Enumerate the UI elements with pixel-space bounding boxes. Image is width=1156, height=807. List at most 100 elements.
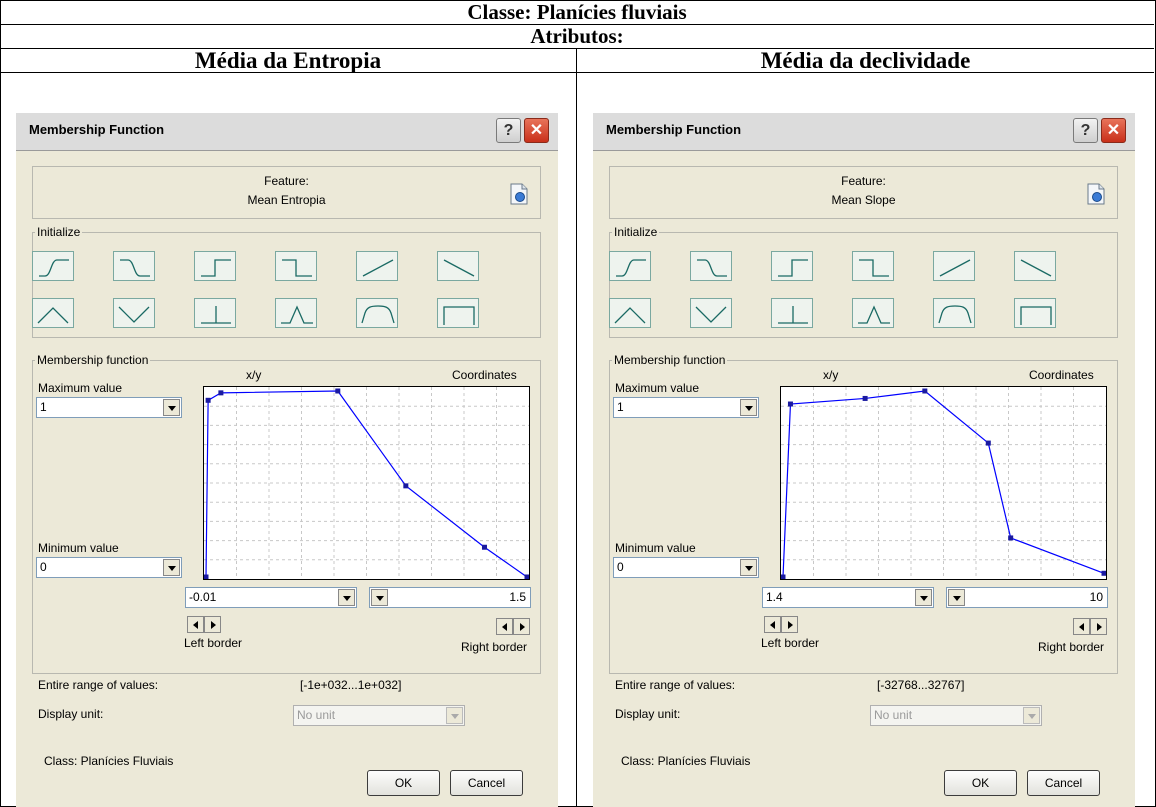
cancel-button[interactable]: Cancel bbox=[1027, 770, 1100, 796]
display-unit-value: No unit bbox=[297, 708, 336, 722]
init-larger-s-curve-icon[interactable] bbox=[609, 251, 651, 281]
left-border-decrease-button[interactable] bbox=[764, 616, 781, 633]
right-border-decrease-button[interactable] bbox=[1073, 618, 1090, 635]
maximum-value-select[interactable]: 1 bbox=[36, 397, 182, 418]
curve-point-handle[interactable] bbox=[203, 574, 209, 580]
curve-point-handle[interactable] bbox=[1101, 570, 1107, 576]
curve-point-handle[interactable] bbox=[481, 544, 487, 550]
cancel-button[interactable]: Cancel bbox=[450, 770, 523, 796]
help-button[interactable]: ? bbox=[496, 118, 521, 143]
init-inverted-triangle-icon[interactable] bbox=[113, 298, 155, 328]
right-border-select[interactable]: 1.5 bbox=[369, 587, 531, 608]
init-about-range-icon[interactable] bbox=[933, 298, 975, 328]
init-gaussian-icon[interactable] bbox=[852, 298, 894, 328]
init-smaller-s-curve-icon[interactable] bbox=[690, 251, 732, 281]
curve-point-handle[interactable] bbox=[403, 483, 409, 489]
curve-point-handle[interactable] bbox=[1008, 535, 1014, 541]
maximum-value-select[interactable]: 1 bbox=[613, 397, 759, 418]
right-border-value: 10 bbox=[1089, 590, 1103, 604]
feature-select-icon[interactable] bbox=[510, 183, 528, 205]
chevron-down-icon[interactable] bbox=[338, 589, 355, 606]
init-triangle-icon[interactable] bbox=[32, 298, 74, 328]
init-single-value-icon[interactable] bbox=[771, 298, 813, 328]
curve-point-handle[interactable] bbox=[524, 574, 530, 580]
maximum-value: 1 bbox=[40, 400, 47, 414]
curve-point-handle[interactable] bbox=[985, 440, 991, 446]
init-linear-decrease-icon[interactable] bbox=[1014, 251, 1056, 281]
init-gaussian-icon[interactable] bbox=[275, 298, 317, 328]
right-border-increase-button[interactable] bbox=[1090, 618, 1107, 635]
chevron-down-icon[interactable] bbox=[740, 399, 757, 416]
init-about-range-icon[interactable] bbox=[356, 298, 398, 328]
curve-point-handle[interactable] bbox=[787, 401, 793, 407]
init-linear-decrease-icon[interactable] bbox=[437, 251, 479, 281]
membership-plot[interactable] bbox=[780, 386, 1107, 580]
curve-point-handle[interactable] bbox=[922, 388, 928, 394]
right-border-select[interactable]: 10 bbox=[946, 587, 1108, 608]
init-linear-increase-icon[interactable] bbox=[933, 251, 975, 281]
chevron-down-icon[interactable] bbox=[915, 589, 932, 606]
chevron-down-icon[interactable] bbox=[948, 589, 965, 606]
feature-name: Mean Entropia bbox=[247, 193, 326, 207]
init-inverted-triangle-icon[interactable] bbox=[690, 298, 732, 328]
chevron-down-icon[interactable] bbox=[163, 559, 180, 576]
class-title: Classe: Planícies fluviais bbox=[0, 0, 1154, 25]
curve-point-handle[interactable] bbox=[218, 390, 224, 396]
init-full-range-icon[interactable] bbox=[437, 298, 479, 328]
membership-curve-svg[interactable] bbox=[780, 387, 1107, 580]
left-border-increase-button[interactable] bbox=[204, 616, 221, 633]
membership-function-dialog: Membership Function ? ✕ Feature: Mean Sl… bbox=[593, 113, 1135, 807]
left-border-increase-button[interactable] bbox=[781, 616, 798, 633]
display-unit-label: Display unit: bbox=[38, 707, 104, 721]
chevron-down-icon[interactable] bbox=[163, 399, 180, 416]
curve-point-handle[interactable] bbox=[335, 388, 341, 394]
feature-box: Feature: Mean Entropia bbox=[32, 166, 541, 219]
chevron-down-icon[interactable] bbox=[371, 589, 388, 606]
display-unit-value: No unit bbox=[874, 708, 913, 722]
curve-point-handle[interactable] bbox=[862, 395, 868, 401]
init-smaller-s-curve-icon[interactable] bbox=[113, 251, 155, 281]
left-border-decrease-button[interactable] bbox=[187, 616, 204, 633]
right-border-decrease-button[interactable] bbox=[496, 618, 513, 635]
init-larger-step-icon[interactable] bbox=[194, 251, 236, 281]
right-border-increase-button[interactable] bbox=[513, 618, 530, 635]
column-title-entropy: Média da Entropia bbox=[194, 48, 382, 73]
init-smaller-step-icon[interactable] bbox=[275, 251, 317, 281]
coordinates-label: Coordinates bbox=[452, 368, 517, 382]
left-border-select[interactable]: 1.4 bbox=[762, 587, 934, 608]
maximum-value-label: Maximum value bbox=[38, 381, 123, 395]
dialog-title: Membership Function bbox=[606, 122, 742, 137]
membership-plot[interactable] bbox=[203, 386, 530, 580]
initialize-label: Initialize bbox=[612, 225, 660, 239]
minimum-value-select[interactable]: 0 bbox=[36, 557, 182, 578]
init-linear-increase-icon[interactable] bbox=[356, 251, 398, 281]
feature-select-icon[interactable] bbox=[1087, 183, 1105, 205]
ok-button[interactable]: OK bbox=[367, 770, 440, 796]
display-unit-label: Display unit: bbox=[615, 707, 681, 721]
curve-point-handle[interactable] bbox=[205, 397, 211, 403]
dialog-titlebar[interactable]: Membership Function ? ✕ bbox=[16, 113, 558, 151]
init-single-value-icon[interactable] bbox=[194, 298, 236, 328]
chevron-down-icon[interactable] bbox=[740, 559, 757, 576]
membership-curve-svg[interactable] bbox=[203, 387, 530, 580]
close-button[interactable]: ✕ bbox=[524, 118, 549, 143]
chevron-down-icon bbox=[446, 707, 463, 724]
init-smaller-step-icon[interactable] bbox=[852, 251, 894, 281]
membership-label: Membership function bbox=[35, 353, 151, 367]
init-larger-step-icon[interactable] bbox=[771, 251, 813, 281]
curve-point-handle[interactable] bbox=[780, 574, 786, 580]
close-button[interactable]: ✕ bbox=[1101, 118, 1126, 143]
entire-range-value: [-32768...32767] bbox=[877, 678, 965, 692]
minimum-value: 0 bbox=[617, 560, 624, 574]
column-divider bbox=[576, 48, 577, 807]
init-larger-s-curve-icon[interactable] bbox=[32, 251, 74, 281]
right-border-value: 1.5 bbox=[509, 590, 526, 604]
help-button[interactable]: ? bbox=[1073, 118, 1098, 143]
init-full-range-icon[interactable] bbox=[1014, 298, 1056, 328]
dialog-titlebar[interactable]: Membership Function ? ✕ bbox=[593, 113, 1135, 151]
table-divider bbox=[0, 72, 1154, 73]
minimum-value-select[interactable]: 0 bbox=[613, 557, 759, 578]
left-border-select[interactable]: -0.01 bbox=[185, 587, 357, 608]
ok-button[interactable]: OK bbox=[944, 770, 1017, 796]
init-triangle-icon[interactable] bbox=[609, 298, 651, 328]
